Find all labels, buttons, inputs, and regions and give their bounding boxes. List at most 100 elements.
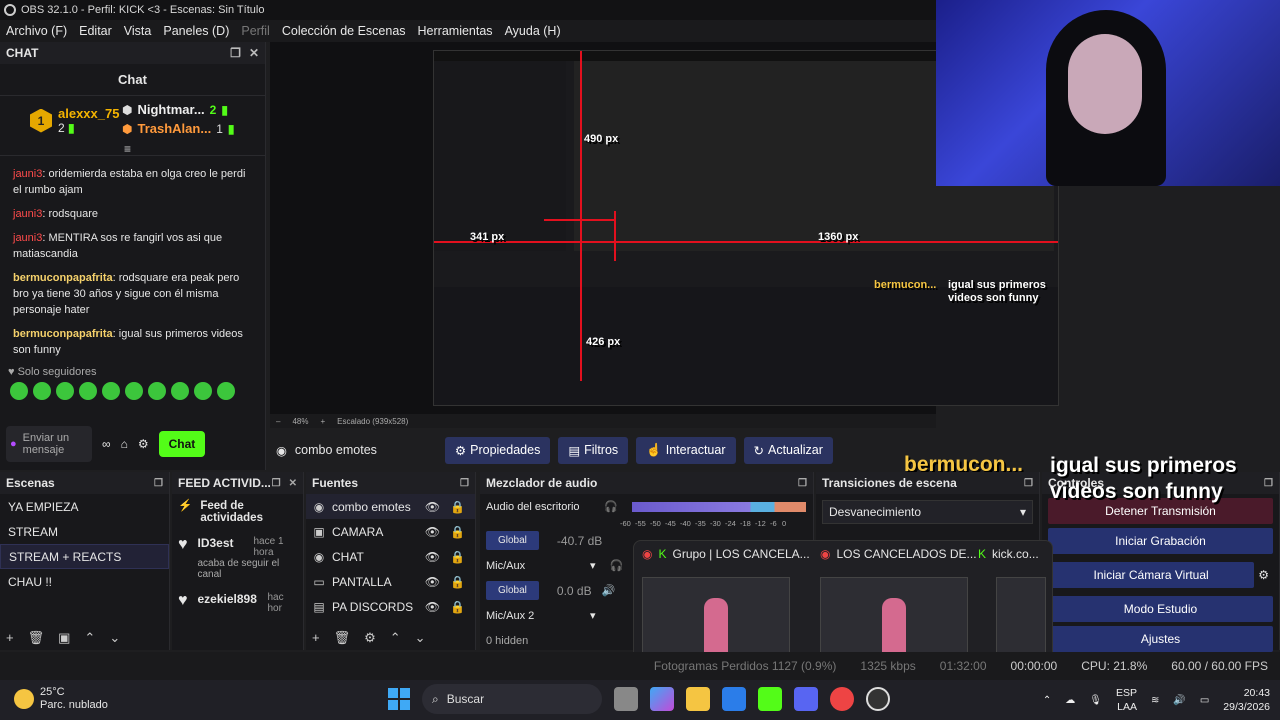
menu-archivo[interactable]: Archivo (F)	[0, 24, 73, 38]
lock-icon[interactable]: 🔒	[450, 575, 465, 589]
up-icon[interactable]: ⌃	[84, 630, 95, 646]
float-icon[interactable]: ❐	[230, 46, 241, 60]
cloud-icon[interactable]: ☁	[1065, 695, 1075, 706]
window-tab[interactable]: Kkick.co...	[978, 547, 1039, 561]
preview-canvas[interactable]: 490 px 341 px 1360 px 426 px bermucon...…	[270, 42, 1059, 414]
menu-herramientas[interactable]: Herramientas	[412, 24, 499, 38]
source-item[interactable]: ▣ CAMARA 👁 🔒	[306, 519, 475, 544]
trash-icon[interactable]: 🗑	[334, 630, 351, 646]
add-icon[interactable]: +	[6, 630, 14, 646]
store-icon[interactable]: ⌂	[121, 437, 128, 451]
source-item[interactable]: ▭ PANTALLA 👁 🔒	[306, 569, 475, 594]
chevron-down-icon[interactable]: ▾	[590, 559, 596, 572]
eye-icon[interactable]: 👁	[425, 500, 440, 514]
users-icon[interactable]: ∞	[102, 437, 111, 451]
menu-editar[interactable]: Editar	[73, 24, 118, 38]
window-tab[interactable]: ◉ K Grupo | LOS CANCELA...	[642, 547, 810, 561]
eye-icon[interactable]: 👁	[425, 550, 440, 564]
scene-item[interactable]: STREAM	[0, 519, 169, 544]
zoom-in-icon[interactable]: +	[320, 417, 325, 426]
emote-icon[interactable]	[148, 382, 166, 400]
obs-icon[interactable]	[866, 687, 890, 711]
leader-name[interactable]: alexxx_75	[58, 106, 119, 121]
gear-icon[interactable]: ⚙	[138, 437, 149, 451]
expand-icon[interactable]: ≡	[124, 142, 131, 156]
kick-app-icon[interactable]	[758, 687, 782, 711]
global-button[interactable]: Global	[486, 581, 539, 600]
emote-icon[interactable]	[171, 382, 189, 400]
chat-input[interactable]: ● Enviar un mensaje	[6, 426, 92, 462]
settings-button[interactable]: Ajustes	[1048, 626, 1273, 652]
menu-coleccion[interactable]: Colección de Escenas	[276, 24, 412, 38]
chat-send-button[interactable]: Chat	[158, 431, 206, 457]
emote-icon[interactable]	[79, 382, 97, 400]
float-icon[interactable]: ❐	[798, 478, 807, 489]
chevron-down-icon[interactable]: ▾	[590, 609, 596, 622]
lock-icon[interactable]: 🔒	[450, 550, 465, 564]
virtual-camera-button[interactable]: Iniciar Cámara Virtual	[1048, 562, 1255, 588]
clock[interactable]: 20:43 29/3/2026	[1223, 686, 1270, 714]
emote-icon[interactable]	[217, 382, 235, 400]
properties-button[interactable]: ⚙ Propiedades	[444, 436, 551, 464]
leader-name[interactable]: TrashAlan...	[137, 121, 211, 136]
add-icon[interactable]: +	[312, 630, 320, 646]
emote-icon[interactable]	[194, 382, 212, 400]
battery-icon[interactable]: ▭	[1200, 695, 1209, 706]
scene-item-selected[interactable]: STREAM + REACTS	[0, 544, 169, 569]
float-icon[interactable]: ❐	[1264, 478, 1273, 489]
lock-icon[interactable]: 🔒	[450, 525, 465, 539]
eye-icon[interactable]: 👁	[425, 600, 440, 614]
headphone-icon[interactable]: 🎧	[610, 559, 624, 572]
notepad-icon[interactable]	[722, 687, 746, 711]
window-thumbnail[interactable]	[996, 577, 1046, 659]
float-icon[interactable]: ❐	[272, 478, 281, 489]
task-view-icon[interactable]	[614, 687, 638, 711]
emote-icon[interactable]	[56, 382, 74, 400]
close-icon[interactable]: ✕	[249, 46, 259, 60]
source-item[interactable]: ◉ CHAT 👁 🔒	[306, 544, 475, 569]
window-thumbnail[interactable]	[642, 577, 790, 659]
mic-icon[interactable]: 🎙	[1089, 695, 1102, 706]
window-thumbnail[interactable]	[820, 577, 968, 659]
start-recording-button[interactable]: Iniciar Grabación	[1048, 528, 1273, 554]
close-icon[interactable]: ✕	[289, 478, 297, 489]
gear-icon[interactable]: ⚙	[364, 630, 376, 646]
chevron-up-icon[interactable]: ⌃	[1043, 695, 1051, 706]
down-icon[interactable]: ⌄	[415, 630, 426, 646]
language-indicator[interactable]: ESP LAA	[1116, 686, 1137, 714]
file-explorer-icon[interactable]	[686, 687, 710, 711]
leader-name[interactable]: Nightmar...	[137, 102, 204, 117]
speaker-icon[interactable]: 🔊	[602, 584, 616, 597]
zoom-out-icon[interactable]: –	[276, 417, 280, 426]
refresh-button[interactable]: ↻ Actualizar	[743, 436, 833, 464]
studio-mode-button[interactable]: Modo Estudio	[1048, 596, 1273, 622]
wifi-icon[interactable]: ≋	[1151, 695, 1159, 706]
filters-button[interactable]: ▤ Filtros	[558, 436, 629, 464]
copilot-icon[interactable]	[650, 687, 674, 711]
scene-item[interactable]: CHAU !!	[0, 569, 169, 594]
menu-ayuda[interactable]: Ayuda (H)	[499, 24, 567, 38]
global-button[interactable]: Global	[486, 531, 539, 550]
source-item[interactable]: ▤ PA DISCORDS 👁 🔒	[306, 594, 475, 619]
discord-icon[interactable]	[794, 687, 818, 711]
chrome-icon[interactable]	[830, 687, 854, 711]
source-item[interactable]: ◉ combo emotes 👁 🔒	[306, 494, 475, 519]
down-icon[interactable]: ⌄	[109, 630, 120, 646]
lock-icon[interactable]: 🔒	[450, 500, 465, 514]
filter-icon[interactable]: ▣	[58, 630, 70, 646]
float-icon[interactable]: ❐	[460, 478, 469, 489]
emote-icon[interactable]	[125, 382, 143, 400]
emote-icon[interactable]	[102, 382, 120, 400]
emote-icon[interactable]	[33, 382, 51, 400]
scene-item[interactable]: YA EMPIEZA	[0, 494, 169, 519]
menu-paneles[interactable]: Paneles (D)	[157, 24, 235, 38]
scale-label[interactable]: Escalado (939x528)	[337, 417, 408, 426]
menu-vista[interactable]: Vista	[118, 24, 158, 38]
taskbar-search[interactable]: ⌕ Buscar	[422, 684, 602, 714]
headphone-icon[interactable]: 🎧	[604, 500, 618, 513]
float-icon[interactable]: ❐	[154, 478, 163, 489]
volume-icon[interactable]: 🔊	[1173, 695, 1185, 706]
eye-icon[interactable]: 👁	[425, 575, 440, 589]
window-tab[interactable]: ◉ LOS CANCELADOS DE...	[820, 547, 977, 561]
lock-icon[interactable]: 🔒	[450, 600, 465, 614]
